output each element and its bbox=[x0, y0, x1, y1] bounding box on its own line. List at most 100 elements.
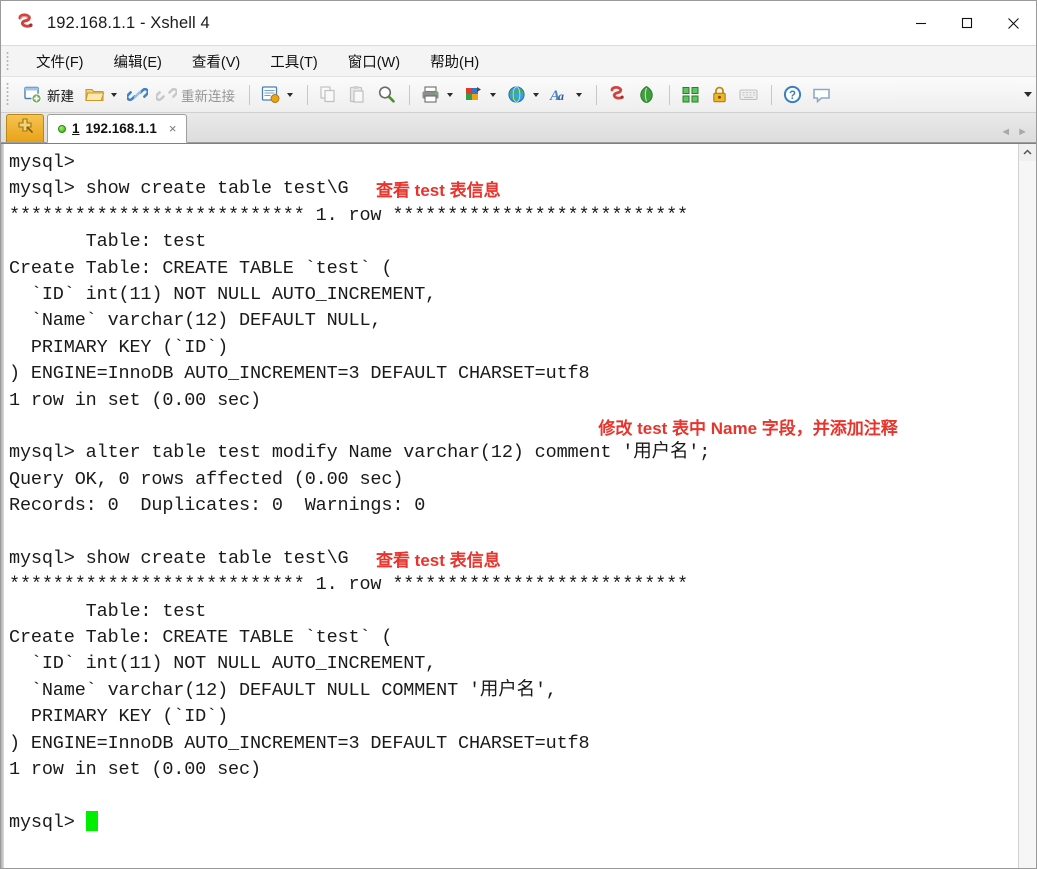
font-button[interactable]: A a bbox=[546, 81, 587, 109]
menu-tools[interactable]: 工具(T) bbox=[257, 47, 331, 76]
svg-text:?: ? bbox=[789, 90, 796, 102]
terminal-line: PRIMARY KEY (`ID`) bbox=[5, 704, 1018, 730]
terminal-line: 1 row in set (0.00 sec) bbox=[5, 388, 1018, 414]
minimize-icon[interactable] bbox=[898, 1, 944, 45]
toolbar-separator-3 bbox=[409, 84, 410, 105]
tab-scroll-left-icon[interactable]: ◄ bbox=[1000, 126, 1011, 138]
terminal-line-text: `Name` varchar(12) DEFAULT NULL COMMENT … bbox=[9, 679, 557, 701]
globe-caret-icon[interactable] bbox=[533, 92, 539, 97]
terminal-line: Records: 0 Duplicates: 0 Warnings: 0 bbox=[5, 493, 1018, 519]
xshell-icon bbox=[607, 84, 628, 105]
maximize-icon[interactable] bbox=[944, 1, 990, 45]
folder-open-icon bbox=[84, 84, 105, 105]
terminal-line: *************************** 1. row *****… bbox=[5, 203, 1018, 229]
xftp-icon bbox=[636, 84, 657, 105]
print-button[interactable] bbox=[417, 81, 458, 109]
font-caret-icon[interactable] bbox=[576, 92, 582, 97]
xshell-window: 192.168.1.1 - Xshell 4 文件(F) 编辑(E) 查看(V)… bbox=[0, 0, 1037, 869]
terminal-line: 1 row in set (0.00 sec) bbox=[5, 757, 1018, 783]
properties-icon bbox=[260, 84, 281, 105]
terminal-line-text: PRIMARY KEY (`ID`) bbox=[9, 336, 229, 358]
connect-button[interactable] bbox=[124, 81, 151, 109]
reconnect-icon bbox=[154, 84, 179, 105]
toolbar: 新建 重新连接 A a ? bbox=[1, 77, 1036, 113]
terminal-line: `ID` int(11) NOT NULL AUTO_INCREMENT, bbox=[5, 651, 1018, 677]
layout-grid-icon bbox=[680, 84, 701, 105]
scrollbar-track[interactable] bbox=[1019, 161, 1036, 868]
connection-status-dot-icon bbox=[58, 124, 66, 133]
terminal-scrollbar[interactable] bbox=[1018, 144, 1036, 868]
terminal-line-text: *************************** 1. row *****… bbox=[9, 204, 689, 226]
menu-help[interactable]: 帮助(H) bbox=[417, 47, 492, 76]
properties-button[interactable] bbox=[257, 81, 298, 109]
close-icon[interactable] bbox=[990, 1, 1036, 45]
printer-icon bbox=[420, 84, 441, 105]
tab-close-icon[interactable]: × bbox=[167, 121, 179, 136]
scrollbar-up-button[interactable] bbox=[1019, 144, 1036, 161]
copy-button[interactable] bbox=[315, 81, 342, 109]
globe-icon bbox=[506, 84, 527, 105]
globe-button[interactable] bbox=[503, 81, 544, 109]
tab-label: 192.168.1.1 bbox=[85, 121, 157, 136]
feedback-button[interactable] bbox=[808, 81, 835, 109]
copy-icon bbox=[318, 84, 339, 105]
menu-edit[interactable]: 编辑(E) bbox=[101, 47, 175, 76]
reconnect-label: 重新连接 bbox=[181, 88, 235, 104]
xftp-button[interactable] bbox=[633, 81, 660, 109]
xshell-logo-icon bbox=[15, 12, 37, 34]
open-folder-button[interactable] bbox=[81, 81, 122, 109]
keyboard-icon bbox=[738, 84, 759, 105]
color-scheme-button[interactable] bbox=[460, 81, 501, 109]
layout-button[interactable] bbox=[677, 81, 704, 109]
toolbar-separator-6 bbox=[771, 84, 772, 105]
color-scheme-caret-icon[interactable] bbox=[490, 92, 496, 97]
new-session-button[interactable]: 新建 bbox=[19, 81, 79, 109]
svg-text:a: a bbox=[558, 89, 564, 103]
session-tab-192-168-1-1[interactable]: 1 192.168.1.1 × bbox=[47, 114, 188, 143]
menu-file[interactable]: 文件(F) bbox=[23, 47, 97, 76]
title-bar: 192.168.1.1 - Xshell 4 bbox=[1, 1, 1036, 46]
terminal-line-text: `ID` int(11) NOT NULL AUTO_INCREMENT, bbox=[9, 653, 437, 675]
terminal-output[interactable]: mysql> mysql> show create table test\G 查看 … bbox=[1, 144, 1018, 868]
toolbar-separator-5 bbox=[669, 84, 670, 105]
speech-bubble-icon bbox=[811, 84, 832, 105]
find-button[interactable] bbox=[373, 81, 400, 109]
link-connect-icon bbox=[125, 84, 150, 105]
new-tab-plus-icon bbox=[16, 117, 34, 140]
terminal-line-text: mysql> bbox=[9, 811, 86, 833]
tab-scroll-right-icon[interactable]: ► bbox=[1017, 126, 1028, 138]
help-button[interactable]: ? bbox=[779, 81, 806, 109]
reconnect-button[interactable]: 重新连接 bbox=[153, 81, 240, 109]
terminal-line-text: Table: test bbox=[9, 600, 207, 622]
toolbar-separator-4 bbox=[596, 84, 597, 105]
paste-button[interactable] bbox=[344, 81, 371, 109]
keyboard-button[interactable] bbox=[735, 81, 762, 109]
terminal-line: mysql> show create table test\G 查看 test 表… bbox=[5, 546, 1018, 572]
title-bar-left: 192.168.1.1 - Xshell 4 bbox=[1, 12, 210, 34]
xshell-button[interactable] bbox=[604, 81, 631, 109]
terminal-line-text: `Name` varchar(12) DEFAULT NULL, bbox=[9, 310, 382, 332]
terminal-cursor bbox=[85, 810, 98, 831]
properties-caret-icon[interactable] bbox=[287, 92, 293, 97]
print-caret-icon[interactable] bbox=[447, 92, 453, 97]
terminal-line: `Name` varchar(12) DEFAULT NULL COMMENT … bbox=[5, 678, 1018, 704]
font-icon: A a bbox=[549, 84, 570, 105]
annotation-text: 修改 test 表中 Name 字段，并添加注释 bbox=[598, 418, 898, 438]
new-session-icon bbox=[22, 84, 43, 105]
terminal-line: `ID` int(11) NOT NULL AUTO_INCREMENT, bbox=[5, 282, 1018, 308]
lock-button[interactable] bbox=[706, 81, 733, 109]
toolbar-overflow-button[interactable] bbox=[1019, 78, 1036, 112]
toolbar-separator-2 bbox=[307, 84, 308, 105]
paste-icon bbox=[347, 84, 368, 105]
menu-window[interactable]: 窗口(W) bbox=[335, 47, 413, 76]
terminal-line-text: `ID` int(11) NOT NULL AUTO_INCREMENT, bbox=[9, 283, 437, 305]
open-folder-caret-icon[interactable] bbox=[111, 92, 117, 97]
help-question-icon: ? bbox=[782, 84, 803, 105]
terminal-line-text: Records: 0 Duplicates: 0 Warnings: 0 bbox=[9, 495, 426, 517]
new-tab-button[interactable] bbox=[6, 114, 44, 142]
menu-bar: 文件(F) 编辑(E) 查看(V) 工具(T) 窗口(W) 帮助(H) bbox=[1, 46, 1036, 77]
menu-view[interactable]: 查看(V) bbox=[179, 47, 253, 76]
terminal-line-text: Query OK, 0 rows affected (0.00 sec) bbox=[9, 468, 404, 490]
